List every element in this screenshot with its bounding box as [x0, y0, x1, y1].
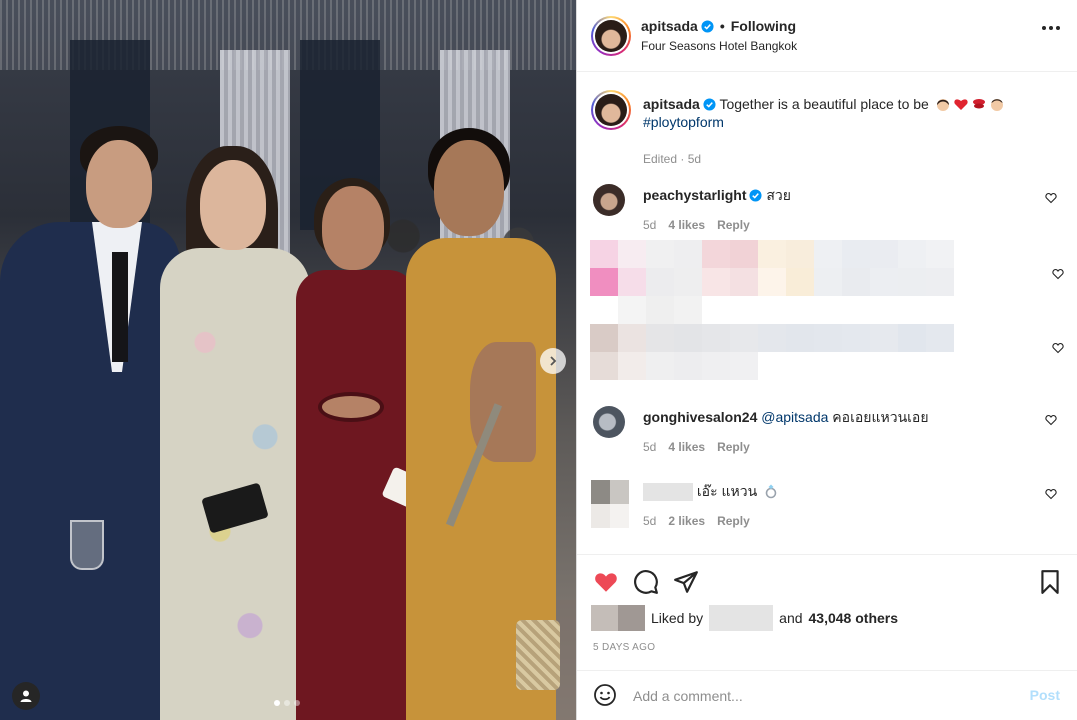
- carousel-dots: [274, 700, 300, 706]
- more-dot-icon: [1056, 26, 1060, 30]
- comment-likes[interactable]: 4 likes: [668, 218, 705, 232]
- chevron-right-icon: [550, 356, 557, 366]
- comment-likes[interactable]: 4 likes: [668, 440, 705, 454]
- liked-by-label: Liked by: [651, 610, 704, 626]
- reply-button[interactable]: Reply: [717, 440, 750, 454]
- like-comment-heart-icon[interactable]: [1045, 488, 1057, 500]
- caption-meta: Edited · 5d: [643, 152, 702, 166]
- carousel-dot: [284, 700, 290, 706]
- mention-link[interactable]: @apitsada: [761, 409, 828, 425]
- comment-time: 5d: [643, 440, 657, 454]
- post-header: apitsada • Following Four Seasons Hotel …: [577, 0, 1077, 72]
- add-comment-bar: Post: [577, 670, 1077, 720]
- verified-badge-icon: [703, 98, 716, 111]
- comment-bubble-icon[interactable]: [633, 569, 659, 595]
- carousel-dot-active: [274, 700, 280, 706]
- like-comment-heart-icon[interactable]: [1052, 268, 1064, 280]
- comment-username[interactable]: gonghivesalon24: [643, 409, 757, 425]
- reply-button[interactable]: Reply: [717, 218, 750, 232]
- comment-avatar[interactable]: [593, 184, 625, 216]
- location-link[interactable]: Four Seasons Hotel Bangkok: [641, 39, 797, 53]
- post-actions: Liked by and 43,048 others 5 DAYS AGO: [577, 554, 1077, 670]
- post-detail-panel: apitsada • Following Four Seasons Hotel …: [576, 0, 1077, 720]
- caption-text: Together is a beautiful place to be: [719, 96, 929, 112]
- next-slide-button[interactable]: [540, 348, 566, 374]
- separator: •: [719, 18, 725, 34]
- pixelated-comments-redacted: [590, 240, 954, 324]
- verified-badge-icon: [749, 189, 763, 202]
- following-button[interactable]: Following: [731, 18, 796, 34]
- post-timestamp: 5 DAYS AGO: [593, 642, 656, 653]
- redacted-username: [643, 483, 693, 502]
- emoji-smiley-icon[interactable]: [593, 683, 617, 707]
- liker-avatars-redacted: [591, 605, 645, 631]
- caption-avatar[interactable]: [591, 90, 631, 130]
- comment-time: 5d: [643, 514, 657, 528]
- comment-text: คอเอยแหวนเอย: [832, 409, 929, 425]
- comment-avatar[interactable]: [593, 406, 625, 438]
- user-icon: [20, 690, 32, 702]
- man-emoji-icon: [990, 99, 1003, 111]
- more-options-button[interactable]: [1042, 26, 1060, 30]
- pixelated-comments-redacted: [590, 324, 954, 380]
- kiss-mark-emoji-icon: [972, 99, 985, 109]
- author-username[interactable]: apitsada: [641, 18, 698, 34]
- like-comment-heart-icon[interactable]: [1052, 342, 1064, 354]
- more-dot-icon: [1042, 26, 1046, 30]
- comment-time: 5d: [643, 218, 657, 232]
- more-dot-icon: [1049, 26, 1053, 30]
- comments-section[interactable]: apitsada Together is a beautiful place t…: [577, 72, 1077, 554]
- post-photo[interactable]: [0, 0, 576, 720]
- like-comment-heart-icon[interactable]: [1045, 192, 1057, 204]
- hashtag-link[interactable]: #ploytopform: [643, 114, 724, 130]
- red-heart-emoji-icon: [954, 99, 968, 110]
- post-comment-button[interactable]: Post: [1030, 687, 1060, 703]
- redacted-liker[interactable]: [709, 605, 774, 631]
- ring-emoji-icon: [765, 484, 777, 499]
- save-bookmark-icon[interactable]: [1037, 569, 1063, 595]
- comment-avatar-redacted[interactable]: [591, 480, 629, 528]
- like-heart-icon[interactable]: [593, 569, 619, 595]
- comment-text: สวย: [766, 187, 791, 203]
- like-comment-heart-icon[interactable]: [1045, 414, 1057, 426]
- likes-summary: Liked by and 43,048 others: [591, 605, 898, 631]
- comment-text: เอ๊ะ แหวน: [696, 483, 758, 499]
- comment-likes[interactable]: 2 likes: [668, 514, 705, 528]
- author-avatar[interactable]: [591, 16, 631, 56]
- carousel-dot: [294, 700, 300, 706]
- tagged-users-button[interactable]: [12, 682, 40, 710]
- comment-input[interactable]: [633, 683, 1013, 709]
- caption-username[interactable]: apitsada: [643, 96, 700, 112]
- likes-others-link[interactable]: 43,048 others: [809, 610, 899, 626]
- verified-badge-icon: [701, 19, 714, 33]
- reply-button[interactable]: Reply: [717, 514, 750, 528]
- likes-and-label: and: [779, 610, 803, 626]
- comment-username[interactable]: peachystarlight: [643, 187, 746, 203]
- woman-emoji-icon: [936, 99, 949, 111]
- share-paper-plane-icon[interactable]: [673, 569, 699, 595]
